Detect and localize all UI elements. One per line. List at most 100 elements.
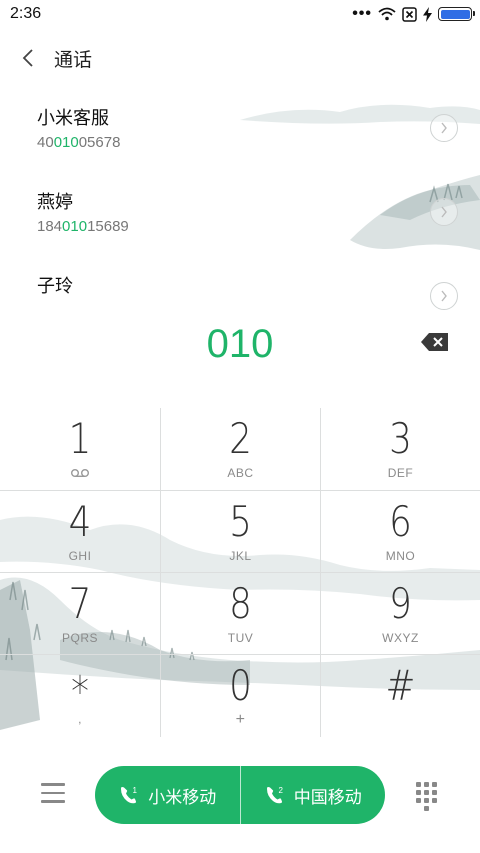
wifi-icon [378,7,396,21]
list-item[interactable]: 子玲 [0,260,480,310]
key-letters: DEF [387,466,414,480]
key-letters: JKL [229,549,252,563]
contact-suggestion-list: 小米客服 4001005678 燕婷 18401015689 子玲 [0,92,480,310]
svg-text:2: 2 [278,786,283,795]
chevron-right-icon [441,290,447,302]
no-sim-icon [402,6,417,22]
key-letters: GHI [68,549,92,563]
grid-dot [424,782,429,787]
key-9[interactable]: 9 WXYZ [320,573,480,655]
back-button[interactable] [0,36,52,80]
grid-dot [416,790,421,795]
chevron-left-icon [22,49,33,67]
charging-icon [423,6,432,22]
status-time: 2:36 [10,5,42,22]
status-bar: 2:36 ••• [0,0,480,28]
keypad-row: * , 0 + # [0,654,480,737]
key-digit: 9 [389,579,412,628]
call-sim1-button[interactable]: 1 小米移动 [95,766,240,824]
key-digit: 3 [389,414,412,463]
number-prefix: 184 [37,218,63,235]
key-digit: 2 [229,414,252,463]
battery-level [440,9,470,19]
key-star[interactable]: * , [0,655,160,737]
key-letters: MNO [385,549,416,563]
key-letters: ABC [227,466,254,480]
key-letters: WXYZ [382,631,419,645]
battery-icon [438,7,475,21]
key-8[interactable]: 8 TUV [160,573,320,655]
key-digit: 8 [229,579,252,628]
chevron-right-icon [441,122,447,134]
phone-sim2-icon: 2 [266,786,283,804]
contact-name: 燕婷 [37,192,73,212]
menu-icon-line [41,783,65,786]
key-2[interactable]: 2 ABC [160,408,320,490]
key-digit: # [385,661,416,710]
grid-dot [424,806,429,811]
key-digit: 7 [68,579,92,628]
number-match: 010 [53,134,79,151]
key-5[interactable]: 5 JKL [160,491,320,573]
grid-dot [416,782,421,787]
dial-display: 010 [0,318,480,370]
sim2-label: 中国移动 [293,787,362,807]
contact-detail-button[interactable] [430,114,458,142]
grid-dot [432,782,437,787]
backspace-icon [421,333,448,351]
contact-detail-button[interactable] [430,198,458,226]
key-6[interactable]: 6 MNO [320,491,480,573]
chevron-right-icon [441,206,447,218]
key-digit: 0 [229,661,252,710]
number-prefix: 40 [37,134,54,151]
key-1[interactable]: 1 [0,408,160,490]
menu-button[interactable] [41,783,65,807]
grid-dot [424,790,429,795]
grid-dot [432,798,437,803]
keypad-row: 7 PQRS 8 TUV 9 WXYZ [0,572,480,655]
key-hash[interactable]: # [320,655,480,737]
sim1-label: 小米移动 [148,787,217,807]
contact-name: 子玲 [37,276,73,296]
grid-dot [424,798,429,803]
contact-detail-button[interactable] [430,282,458,310]
svg-text:1: 1 [133,786,138,795]
phone-sim1-icon: 1 [121,786,138,804]
contact-name: 小米客服 [37,108,109,128]
key-digit: 4 [68,497,92,546]
notification-dots: ••• [352,5,372,22]
contact-number: 18401015689 [37,216,480,238]
keypad-row: 4 GHI 5 JKL 6 MNO [0,490,480,573]
list-item[interactable]: 小米客服 4001005678 [0,92,480,176]
list-item[interactable]: 燕婷 18401015689 [0,176,480,260]
key-4[interactable]: 4 GHI [0,491,160,573]
grid-dot [432,790,437,795]
key-0[interactable]: 0 + [160,655,320,737]
number-suffix: 15689 [87,218,129,235]
key-letters: + [235,711,246,728]
key-digit: 1 [68,414,92,463]
number-suffix: 05678 [78,134,121,151]
bottom-bar: 1 小米移动 2 中国移动 [0,766,480,824]
key-letters: PQRS [61,631,98,645]
page-title: 通话 [54,49,93,71]
menu-icon-line [41,800,65,803]
key-3[interactable]: 3 DEF [320,408,480,490]
contact-number: 4001005678 [37,132,480,154]
dial-keypad: 1 2 ABC 3 DEF 4 GHI 5 JKL 6 MNO 7 PQRS 8… [0,408,480,737]
key-digit: 6 [389,497,412,546]
key-letters: TUV [227,631,254,645]
call-button-group: 1 小米移动 2 中国移动 [95,766,385,824]
dialed-number: 010 [206,322,274,366]
backspace-button[interactable] [420,331,450,353]
key-7[interactable]: 7 PQRS [0,573,160,655]
key-digit: 5 [229,497,252,546]
keypad-toggle-button[interactable] [416,782,438,811]
key-digit: * [71,667,89,716]
voicemail-icon [0,465,160,481]
menu-icon-line [41,791,65,794]
header: 通话 [0,36,480,80]
status-icons: ••• [352,5,475,22]
number-match: 010 [62,218,88,235]
call-sim2-button[interactable]: 2 中国移动 [239,766,386,824]
